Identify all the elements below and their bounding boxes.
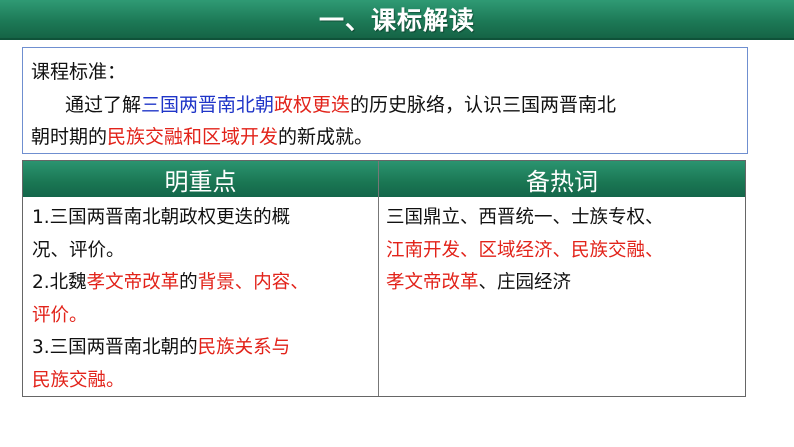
standard-highlight-integration: 民族交融和区域开发 <box>107 126 279 148</box>
key-point-3-line-1: 3.三国两晋南北朝的民族关系与 <box>32 332 374 365</box>
key-point-1-line-1: 1.三国两晋南北朝政权更迭的概 <box>32 207 291 228</box>
hot-words-line-2: 江南开发、区域经济、民族交融、 <box>386 239 664 261</box>
key-point-2-line-1: 2.北魏孝文帝改革的背景、内容、 <box>32 267 374 300</box>
standard-highlight-regime-change: 政权更迭 <box>274 94 351 116</box>
header-key-points: 明重点 <box>23 161 378 197</box>
section-banner: 一、课标解读 <box>0 0 794 40</box>
key-point-1-line-2: 况、评价。 <box>32 239 125 261</box>
key-point-2-mid: 的 <box>179 272 198 293</box>
standard-line-2-prefix: 朝时期的 <box>31 126 108 148</box>
standard-line-1-suffix: 的历史脉络，认识三国两晋南北 <box>350 94 617 116</box>
key-point-2-prefix: 2.北魏 <box>32 272 87 293</box>
key-points-table: 明重点 备热词 1.三国两晋南北朝政权更迭的概 况、评价。 2.北魏孝文帝改革的… <box>22 160 746 397</box>
key-point-3-prefix: 3.三国两晋南北朝的 <box>32 337 198 358</box>
standard-highlight-period: 三国两晋南北朝 <box>141 94 275 116</box>
standard-line-2-suffix: 的新成就。 <box>278 126 374 148</box>
column-divider <box>378 161 379 396</box>
key-point-3-line-2: 民族交融。 <box>32 369 125 391</box>
standard-line-1-prefix: 通过了解 <box>65 94 142 116</box>
section-title: 一、课标解读 <box>318 6 475 35</box>
hot-words-line-3: 孝文帝改革、庄园经济 <box>386 267 742 300</box>
header-hot-words: 备热词 <box>379 161 745 197</box>
standard-line-2: 朝时期的民族交融和区域开发的新成就。 <box>31 122 373 149</box>
key-point-2-line-2: 评价。 <box>32 304 88 326</box>
key-point-3-relations: 民族关系与 <box>197 337 291 358</box>
standard-line-1: 通过了解三国两晋南北朝政权更迭的历史脉络，认识三国两晋南北 <box>65 90 616 117</box>
hot-word-reform: 孝文帝改革 <box>386 272 479 293</box>
curriculum-standard-box: 课程标准： 通过了解三国两晋南北朝政权更迭的历史脉络，认识三国两晋南北 朝时期的… <box>22 47 748 154</box>
key-point-2-reform: 孝文帝改革 <box>86 272 180 293</box>
hot-words-line-3-suffix: 、庄园经济 <box>478 272 572 293</box>
standard-label: 课程标准： <box>31 61 127 83</box>
hot-words-line-1: 三国鼎立、西晋统一、士族专权、 <box>386 207 664 228</box>
hot-words-cell: 三国鼎立、西晋统一、士族专权、 江南开发、区域经济、民族交融、 孝文帝改革、庄园… <box>386 202 742 300</box>
key-points-cell: 1.三国两晋南北朝政权更迭的概 况、评价。 2.北魏孝文帝改革的背景、内容、 评… <box>32 202 374 397</box>
key-point-2-aspects: 背景、内容、 <box>197 272 309 293</box>
